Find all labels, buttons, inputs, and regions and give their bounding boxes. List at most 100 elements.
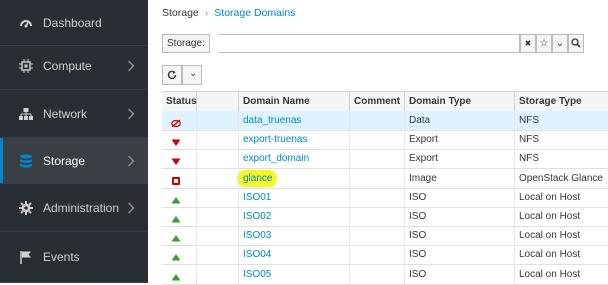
table-row[interactable]: ISO01 ISO Local on Host bbox=[162, 187, 608, 208]
cpu-icon bbox=[19, 59, 33, 73]
domain-type-cell: ISO bbox=[405, 264, 515, 284]
status-cell bbox=[162, 226, 197, 246]
storage-type-cell: Local on Host bbox=[519, 191, 581, 203]
storage-type-cell: Local on Host bbox=[519, 249, 581, 261]
table-row[interactable]: ISO03 ISO Local on Host bbox=[162, 226, 608, 247]
search-button[interactable] bbox=[568, 34, 584, 53]
storage-type-cell: Local on Host bbox=[519, 268, 581, 280]
nav-label: Events bbox=[43, 250, 80, 264]
blank-cell bbox=[197, 149, 239, 169]
domain-name-cell[interactable]: ISO02 bbox=[239, 207, 350, 226]
status-cell bbox=[162, 111, 197, 130]
storage-type-cell: NFS bbox=[519, 153, 539, 165]
domain-type-cell: Image bbox=[405, 168, 515, 188]
breadcrumb: Storage › Storage Domains bbox=[162, 7, 295, 19]
blank-cell bbox=[197, 187, 239, 207]
status-cell bbox=[162, 149, 197, 169]
search-prefix-label: Storage: bbox=[162, 34, 210, 53]
nav-item-compute[interactable]: Compute bbox=[0, 43, 148, 90]
comment-cell bbox=[350, 149, 405, 169]
storage-type-cell: OpenStack Glance bbox=[519, 172, 603, 184]
domain-type-cell: ISO bbox=[405, 207, 515, 226]
table-row[interactable]: export-truenas Export NFS bbox=[162, 130, 608, 151]
table-row[interactable]: export_domain Export NFS bbox=[162, 149, 608, 170]
column-header-domain-name[interactable]: Domain Name bbox=[239, 92, 350, 111]
breadcrumb-root[interactable]: Storage bbox=[162, 7, 199, 19]
table-row[interactable]: ISO02 ISO Local on Host bbox=[162, 207, 608, 227]
comment-cell bbox=[350, 207, 405, 226]
nav-item-events[interactable]: Events bbox=[0, 232, 148, 283]
close-icon: ✖ bbox=[524, 39, 532, 48]
domain-name-cell[interactable]: data_truenas bbox=[239, 111, 350, 130]
domain-type-cell: ISO bbox=[405, 187, 515, 207]
status-down-icon bbox=[171, 135, 181, 147]
refresh-icon bbox=[167, 70, 177, 80]
domain-name-cell[interactable]: ISO03 bbox=[239, 226, 350, 246]
search-input[interactable] bbox=[219, 34, 520, 53]
nav-item-network[interactable]: Network bbox=[0, 90, 148, 138]
table-row[interactable]: ISO04 ISO Local on Host bbox=[162, 245, 608, 266]
bookmark-button[interactable]: ☆ bbox=[536, 34, 552, 53]
column-header-domain-type[interactable]: Domain Type bbox=[405, 92, 515, 111]
storage-type-cell: Local on Host bbox=[519, 211, 581, 222]
domain-name-cell[interactable]: glance bbox=[239, 168, 350, 188]
nav-label: Storage bbox=[43, 153, 86, 168]
comment-cell bbox=[350, 264, 405, 284]
table-row[interactable]: glance Image OpenStack Glance bbox=[162, 168, 608, 189]
status-down-icon bbox=[171, 154, 181, 166]
blank-cell bbox=[197, 111, 239, 130]
blank-cell bbox=[197, 264, 239, 284]
network-icon bbox=[19, 107, 33, 120]
refresh-options-dropdown[interactable]: ⌄ bbox=[182, 65, 202, 85]
breadcrumb-separator: › bbox=[204, 7, 209, 19]
nav-item-administration[interactable]: Administration bbox=[0, 184, 148, 232]
comment-cell bbox=[350, 168, 405, 188]
blank-cell bbox=[197, 168, 239, 188]
column-header-status[interactable]: Status bbox=[162, 92, 197, 111]
clear-search-button[interactable]: ✖ bbox=[520, 34, 536, 53]
comment-cell bbox=[350, 187, 405, 207]
status-cell bbox=[162, 245, 197, 265]
comment-cell bbox=[350, 130, 405, 150]
table-row[interactable]: ISO05 ISO Local on Host bbox=[162, 264, 608, 285]
status-cell bbox=[162, 264, 197, 284]
storage-type-cell: Local on Host bbox=[519, 230, 581, 242]
status-up-icon bbox=[171, 193, 181, 204]
blank-cell bbox=[197, 207, 239, 226]
column-header-comment[interactable]: Comment bbox=[350, 92, 405, 111]
flag-icon bbox=[20, 251, 31, 264]
search-dropdown-button[interactable]: ⌄ bbox=[552, 34, 568, 53]
status-error-icon bbox=[171, 174, 181, 185]
status-cell bbox=[162, 187, 197, 207]
domain-name-cell[interactable]: export-truenas bbox=[239, 130, 350, 150]
nav-item-dashboard[interactable]: Dashboard bbox=[0, 0, 148, 46]
nav-label: Network bbox=[43, 106, 88, 121]
status-up-icon bbox=[171, 212, 181, 223]
nav-item-storage[interactable]: Storage bbox=[0, 138, 148, 184]
comment-cell bbox=[350, 111, 405, 130]
gear-icon bbox=[19, 200, 33, 215]
domain-name-cell[interactable]: ISO01 bbox=[239, 187, 350, 207]
search-icon bbox=[571, 38, 581, 48]
star-icon: ☆ bbox=[539, 38, 549, 49]
breadcrumb-current[interactable]: Storage Domains bbox=[214, 7, 295, 19]
domain-name-cell[interactable]: export_domain bbox=[239, 149, 350, 169]
domain-name-cell[interactable]: ISO05 bbox=[239, 264, 350, 284]
table-header: Status Domain Name Comment Domain Type S… bbox=[162, 91, 608, 112]
domain-type-cell: Data bbox=[405, 111, 515, 130]
domain-name-cell[interactable]: ISO04 bbox=[239, 245, 350, 265]
chevron-down-icon: ⌄ bbox=[555, 38, 565, 49]
chevron-right-icon bbox=[127, 60, 135, 72]
refresh-button[interactable] bbox=[162, 65, 182, 85]
blank-cell bbox=[197, 245, 239, 265]
chevron-right-icon bbox=[127, 107, 135, 120]
column-header-storage-type[interactable]: Storage Type bbox=[515, 92, 608, 111]
main-content: Storage › Storage Domains Storage: ✖ ☆ ⌄ ⌄… bbox=[148, 0, 608, 285]
domain-type-cell: ISO bbox=[405, 226, 515, 246]
search-bar: Storage: ✖ ☆ ⌄ bbox=[162, 34, 602, 53]
status-up-icon bbox=[171, 231, 181, 242]
status-up-icon bbox=[171, 250, 181, 261]
domain-type-cell: Export bbox=[405, 130, 515, 150]
nav-label: Administration bbox=[43, 200, 120, 215]
table-row[interactable]: data_truenas Data NFS bbox=[162, 111, 608, 131]
